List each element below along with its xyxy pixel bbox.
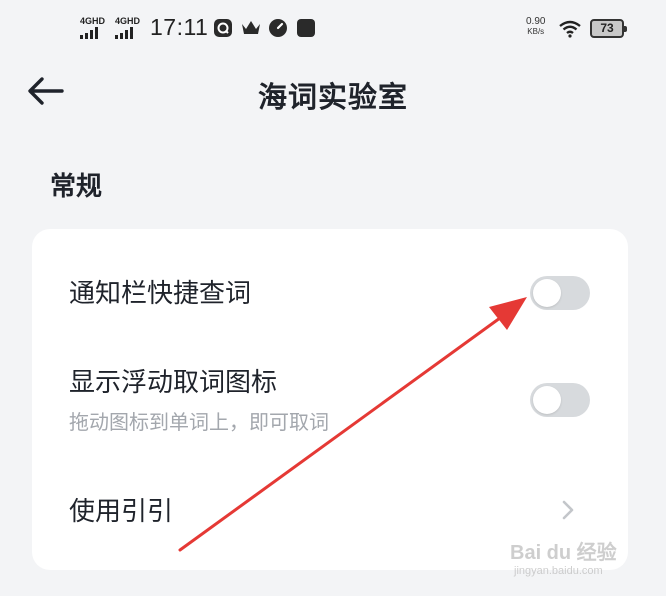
toggle-knob xyxy=(533,386,561,414)
message-icon xyxy=(214,19,232,37)
battery-indicator: 73 xyxy=(590,19,627,38)
signal-indicator-2: 4GHD xyxy=(115,16,140,39)
chevron-right-icon xyxy=(562,500,574,520)
net-speed: 0.90 KB/s xyxy=(526,17,545,37)
section-title: 常规 xyxy=(50,172,103,202)
signal-indicator-1: 4GHD xyxy=(80,16,105,39)
net-speed-value: 0.90 xyxy=(526,16,546,27)
net-speed-unit: KB/s xyxy=(527,27,545,36)
speed-icon xyxy=(269,19,287,37)
notification-lookup-toggle[interactable] xyxy=(530,276,590,310)
floating-icon-toggle[interactable] xyxy=(530,383,590,417)
signal-label-2: 4GHD xyxy=(115,16,141,26)
status-bar: 4GHD 4GHD 17:11 0.90 KB/s 73 xyxy=(0,0,666,58)
setting-row-notification-lookup[interactable]: 通知栏快捷查词 xyxy=(32,229,628,349)
page-title: 海词实验室 xyxy=(257,80,408,114)
toggle-knob xyxy=(533,279,561,307)
watermark: Bai du 经验 xyxy=(510,542,617,564)
signal-bars-icon xyxy=(80,27,98,39)
setting-label: 显示浮动取词图标 xyxy=(69,368,278,398)
setting-label: 通知栏快捷查词 xyxy=(69,279,252,309)
status-time: 17:11 xyxy=(150,14,209,40)
watermark-url: jingyan.baidu.com xyxy=(514,565,603,577)
settings-card: 通知栏快捷查词 显示浮动取词图标 拖动图标到单词上，即可取词 使用引引 xyxy=(32,229,628,570)
crown-icon xyxy=(242,21,260,34)
app-icon xyxy=(297,19,315,37)
signal-bars-icon xyxy=(115,27,133,39)
setting-subtitle: 拖动图标到单词上，即可取词 xyxy=(69,410,329,434)
wifi-icon xyxy=(559,20,581,38)
setting-label: 使用引引 xyxy=(69,497,174,527)
signal-label-1: 4GHD xyxy=(80,16,106,26)
setting-row-floating-icon[interactable]: 显示浮动取词图标 拖动图标到单词上，即可取词 xyxy=(32,349,628,464)
